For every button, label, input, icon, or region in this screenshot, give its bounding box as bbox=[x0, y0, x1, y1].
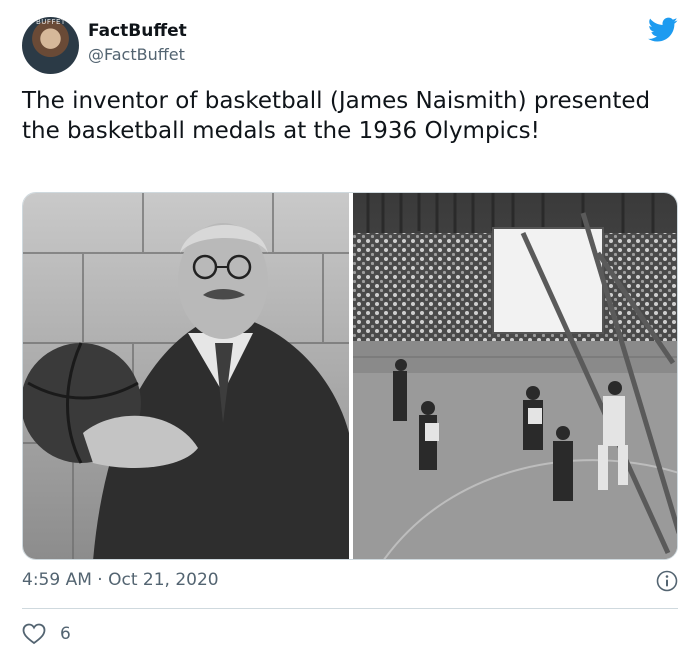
footer-divider bbox=[22, 608, 678, 609]
tweet-media[interactable] bbox=[22, 192, 678, 560]
tweet-card: BUFFET FactBuffet @FactBuffet The invent… bbox=[0, 0, 700, 663]
twitter-bird-icon[interactable] bbox=[648, 17, 678, 43]
tweet-text: The inventor of basketball (James Naismi… bbox=[22, 88, 651, 144]
like-action[interactable]: 6 bbox=[22, 622, 71, 646]
naismith-portrait-photo[interactable] bbox=[23, 193, 349, 560]
olympic-game-photo[interactable] bbox=[353, 193, 678, 560]
avatar-logo-mark: BUFFET bbox=[36, 18, 66, 26]
user-handle[interactable]: @FactBuffet bbox=[88, 45, 185, 64]
display-name[interactable]: FactBuffet bbox=[88, 21, 187, 41]
timestamp-link[interactable]: 4:59 AM · Oct 21, 2020 bbox=[22, 570, 219, 590]
like-count: 6 bbox=[60, 624, 71, 644]
avatar[interactable]: BUFFET bbox=[22, 17, 79, 74]
heart-icon[interactable] bbox=[22, 623, 46, 645]
info-icon[interactable] bbox=[656, 570, 678, 592]
